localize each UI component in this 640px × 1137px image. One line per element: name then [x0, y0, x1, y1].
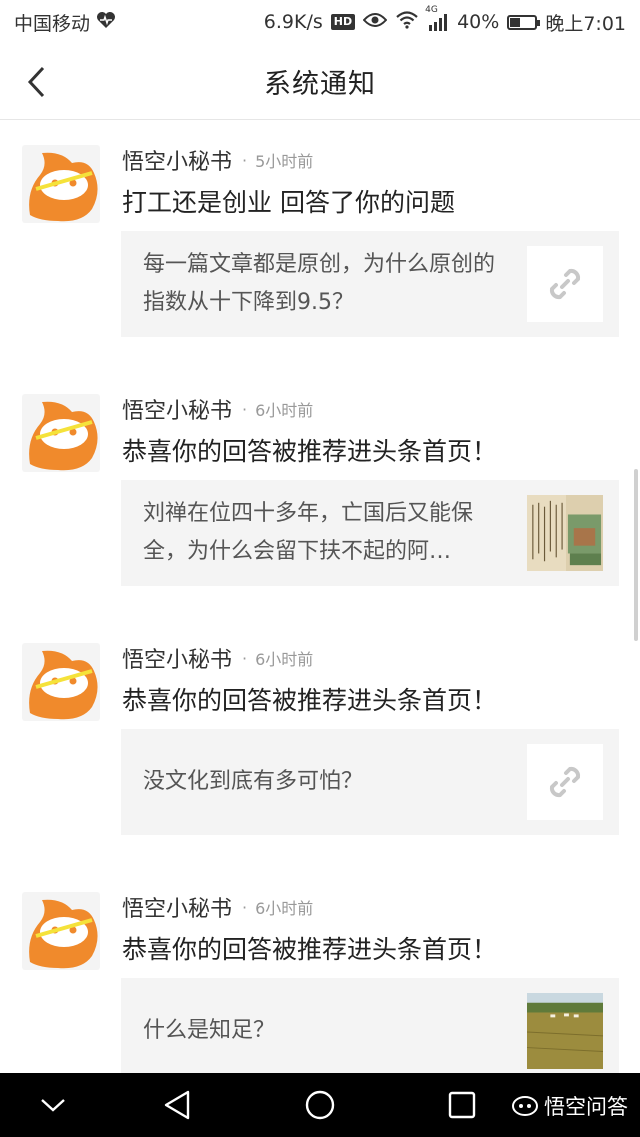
notification-list[interactable]: 悟空小秘书 · 5小时前 打工还是创业 回答了你的问题 每一篇文章都是原创，为什…	[0, 121, 640, 1073]
question-text: 没文化到底有多可怕？	[143, 769, 364, 794]
triangle-back-icon	[164, 1090, 190, 1120]
square-recents-icon	[448, 1091, 476, 1119]
sender-name[interactable]: 悟空小秘书	[122, 642, 232, 674]
notification-message: 恭喜你的回答被推荐进头条首页！	[122, 686, 498, 715]
back-arrow-icon	[27, 66, 45, 98]
system-nav-bar: 悟空问答	[0, 1073, 640, 1137]
wukong-logo-icon	[512, 1096, 538, 1116]
question-card[interactable]: 什么是知足？	[121, 978, 619, 1073]
back-button[interactable]	[18, 64, 54, 100]
avatar[interactable]	[22, 394, 100, 472]
card-thumbnail	[527, 246, 603, 322]
page-title: 系统通知	[264, 69, 376, 100]
scrollbar[interactable]	[634, 469, 638, 641]
separator-dot: ·	[242, 648, 248, 668]
timestamp: 6小时前	[255, 401, 314, 420]
card-thumbnail	[527, 744, 603, 820]
chevron-down-icon	[41, 1099, 65, 1112]
hide-nav-button[interactable]	[35, 1087, 71, 1123]
clock: 晚上7:01	[545, 12, 626, 35]
carrier-label: 中国移动	[14, 12, 91, 35]
question-card[interactable]: 每一篇文章都是原创，为什么原创的指数从十下降到9.5？	[121, 231, 619, 337]
battery-icon	[507, 14, 541, 30]
nav-back-button[interactable]	[159, 1087, 195, 1123]
nav-recents-button[interactable]	[444, 1087, 480, 1123]
avatar[interactable]	[22, 145, 100, 223]
nav-home-button[interactable]	[302, 1087, 338, 1123]
notification-item[interactable]: 悟空小秘书 · 6小时前 恭喜你的回答被推荐进头条首页！ 什么是知足？	[0, 868, 640, 1073]
separator-dot: ·	[242, 150, 248, 170]
painting-image	[527, 495, 603, 571]
separator-dot: ·	[242, 897, 248, 917]
timestamp: 6小时前	[255, 899, 314, 918]
avatar[interactable]	[22, 643, 100, 721]
question-text: 什么是知足？	[143, 1018, 276, 1043]
monkey-avatar-icon	[29, 899, 98, 969]
signal-icon: 4G	[425, 5, 449, 31]
wifi-icon	[395, 10, 419, 34]
monkey-avatar-icon	[29, 152, 98, 222]
notification-item[interactable]: 悟空小秘书 · 5小时前 打工还是创业 回答了你的问题 每一篇文章都是原创，为什…	[0, 121, 640, 370]
timestamp: 6小时前	[255, 650, 314, 669]
network-speed: 6.9K/s	[263, 11, 323, 33]
question-card[interactable]: 刘禅在位四十多年，亡国后又能保全，为什么会留下扶不起的阿…	[121, 480, 619, 586]
sender-name[interactable]: 悟空小秘书	[122, 144, 232, 176]
question-text: 刘禅在位四十多年，亡国后又能保全，为什么会留下扶不起的阿…	[143, 501, 474, 564]
monkey-avatar-icon	[29, 650, 98, 720]
monkey-avatar-icon	[29, 401, 98, 471]
notification-item[interactable]: 悟空小秘书 · 6小时前 恭喜你的回答被推荐进头条首页！ 刘禅在位四十多年，亡国…	[0, 370, 640, 619]
eye-icon	[362, 11, 388, 33]
sender-name[interactable]: 悟空小秘书	[122, 891, 232, 923]
network-type-label: 4G	[425, 5, 438, 15]
question-text: 每一篇文章都是原创，为什么原创的指数从十下降到9.5？	[143, 252, 496, 315]
notification-item[interactable]: 悟空小秘书 · 6小时前 恭喜你的回答被推荐进头条首页！ 没文化到底有多可怕？	[0, 619, 640, 868]
separator-dot: ·	[242, 399, 248, 419]
battery-percent: 40%	[457, 11, 500, 33]
header: 系统通知	[0, 44, 640, 120]
watermark-text: 悟空问答	[544, 1095, 628, 1119]
notification-message: 恭喜你的回答被推荐进头条首页！	[122, 935, 498, 964]
sender-name[interactable]: 悟空小秘书	[122, 393, 232, 425]
notification-message: 打工还是创业 回答了你的问题	[122, 188, 455, 217]
avatar[interactable]	[22, 892, 100, 970]
status-bar: 中国移动 6.9K/s HD 4G 40% 晚上7:01	[0, 0, 640, 44]
card-thumbnail	[527, 993, 603, 1069]
notification-message: 恭喜你的回答被推荐进头条首页！	[122, 437, 498, 466]
hd-icon: HD	[330, 14, 356, 30]
circle-home-icon	[305, 1090, 335, 1120]
field-image	[527, 993, 603, 1069]
link-icon	[549, 268, 581, 300]
question-card[interactable]: 没文化到底有多可怕？	[121, 729, 619, 835]
wukong-watermark: 悟空问答	[512, 1091, 628, 1121]
heart-rate-icon	[96, 11, 116, 34]
card-thumbnail	[527, 495, 603, 571]
timestamp: 5小时前	[255, 152, 314, 171]
link-icon	[549, 766, 581, 798]
